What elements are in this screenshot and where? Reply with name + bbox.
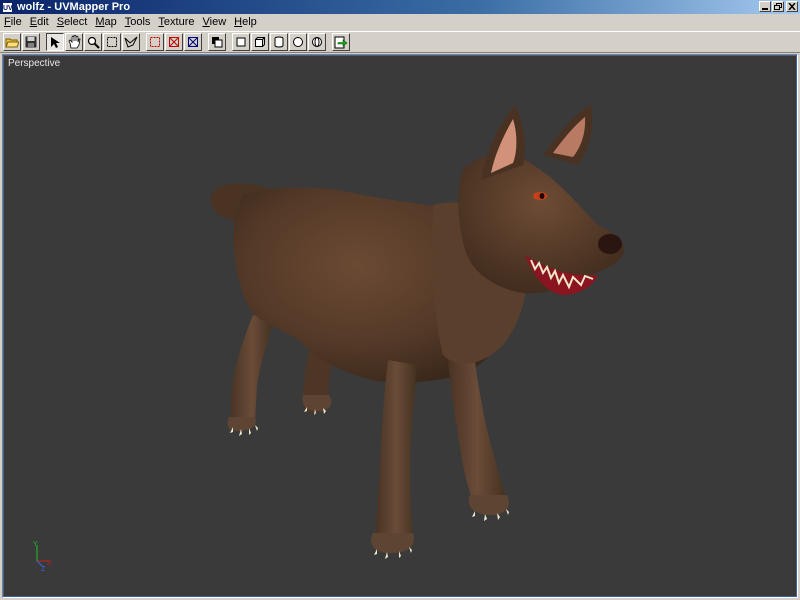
copy-icon	[212, 37, 223, 48]
open-button[interactable]	[3, 33, 21, 51]
app-window: UV wolfz - UVMapper Pro File Edit Select…	[0, 0, 800, 600]
svg-text:X: X	[47, 560, 52, 567]
deselect-icon	[169, 37, 179, 47]
save-icon	[25, 36, 37, 48]
box-map-icon	[236, 37, 246, 47]
rect-select-button[interactable]	[103, 33, 121, 51]
wolf-pupil	[539, 193, 545, 199]
invert-select-button[interactable]	[184, 33, 202, 51]
zoom-icon	[87, 36, 100, 49]
rect-select-icon	[107, 37, 117, 47]
menu-texture[interactable]: Texture	[154, 14, 198, 31]
menu-edit[interactable]: Edit	[26, 14, 53, 31]
wolf-paw-back-left	[227, 417, 256, 431]
pointer-icon	[51, 36, 60, 48]
pointer-tool-button[interactable]	[46, 33, 64, 51]
save-button[interactable]	[22, 33, 40, 51]
select-all-icon	[150, 37, 160, 47]
wolf-model[interactable]	[3, 55, 797, 597]
title-bar[interactable]: UV wolfz - UVMapper Pro	[0, 0, 800, 14]
menu-tools[interactable]: Tools	[121, 14, 155, 31]
menu-help[interactable]: Help	[230, 14, 261, 31]
svg-text:Z: Z	[41, 566, 46, 571]
zoom-tool-button[interactable]	[84, 33, 102, 51]
invert-select-icon	[188, 37, 198, 47]
copy-button[interactable]	[208, 33, 226, 51]
export-icon	[334, 36, 348, 48]
export-button[interactable]	[332, 33, 350, 51]
wolf-paw-front-left	[371, 533, 414, 553]
app-icon[interactable]: UV	[2, 1, 13, 13]
minimize-button[interactable]	[759, 1, 771, 12]
window-title: wolfz - UVMapper Pro	[17, 1, 131, 13]
select-all-button[interactable]	[146, 33, 164, 51]
hand-pan-icon	[68, 35, 81, 49]
menu-bar: File Edit Select Map Tools Texture View …	[0, 14, 800, 31]
cylinder-map-icon	[274, 36, 284, 48]
menu-select[interactable]: Select	[53, 14, 92, 31]
menu-map[interactable]: Map	[91, 14, 120, 31]
close-button[interactable]	[786, 1, 798, 12]
lasso-select-button[interactable]	[122, 33, 140, 51]
axis-gizmo-icon: Y X Z	[33, 541, 52, 571]
toolbar	[0, 31, 800, 53]
wolf-leg-front-right	[448, 360, 507, 511]
sphere-map-button[interactable]	[289, 33, 307, 51]
deselect-button[interactable]	[165, 33, 183, 51]
wolf-nose	[598, 234, 622, 254]
menu-view[interactable]: View	[199, 14, 231, 31]
restore-icon	[774, 3, 782, 10]
cube-map-icon	[255, 37, 265, 47]
window-controls	[758, 1, 798, 12]
rotate-map-button[interactable]	[308, 33, 326, 51]
cylinder-map-button[interactable]	[270, 33, 288, 51]
minimize-icon	[762, 8, 768, 10]
cube-map-button[interactable]	[251, 33, 269, 51]
close-icon	[788, 3, 796, 10]
box-map-button[interactable]	[232, 33, 250, 51]
sphere-map-icon	[293, 37, 303, 47]
wolf-leg-back-left	[231, 315, 273, 430]
svg-text:Y: Y	[33, 541, 38, 548]
wolf-leg-front-left	[376, 360, 417, 548]
menu-file[interactable]: File	[0, 14, 26, 31]
restore-button[interactable]	[772, 1, 784, 12]
pan-tool-button[interactable]	[65, 33, 83, 51]
rotate-map-icon	[312, 37, 322, 47]
perspective-viewport[interactable]: Perspective Y X Z	[2, 54, 798, 598]
open-icon	[5, 38, 19, 48]
lasso-select-icon	[124, 36, 138, 48]
